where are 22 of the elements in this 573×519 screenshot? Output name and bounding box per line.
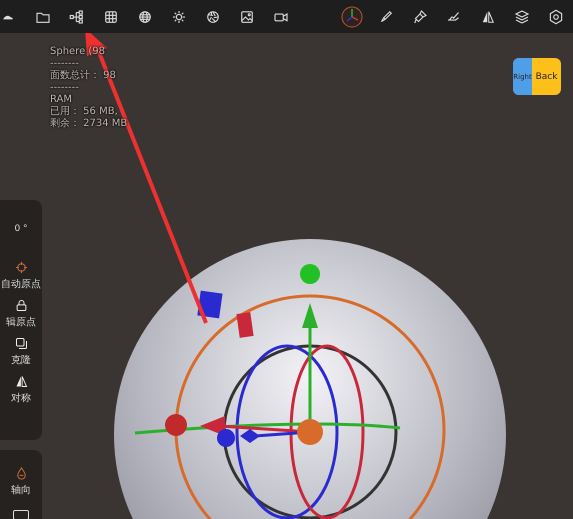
transform-gizmo-drawing[interactable] bbox=[134, 264, 446, 519]
tool-label: 对称 bbox=[11, 392, 31, 405]
tool-label: 辑原点 bbox=[6, 316, 36, 329]
stats-line: 已用： 56 MB, bbox=[50, 106, 119, 118]
tool-label: 轴向 bbox=[11, 484, 31, 497]
layers-icon[interactable] bbox=[513, 8, 531, 26]
clone-icon[interactable] bbox=[14, 336, 28, 351]
tool-label: 克隆 bbox=[11, 354, 31, 367]
hierarchy-icon[interactable] bbox=[68, 8, 86, 26]
tool-icon[interactable] bbox=[13, 510, 29, 519]
crosshair-icon[interactable] bbox=[14, 260, 28, 275]
stats-line: RAM bbox=[50, 94, 74, 106]
angle-value: 0 ° bbox=[14, 224, 28, 234]
cube-face-label: Back bbox=[534, 70, 558, 84]
tool-label: 自动原点 bbox=[1, 278, 41, 291]
stats-line: -------- bbox=[50, 82, 80, 94]
paint-brush-icon[interactable] bbox=[411, 8, 429, 26]
mirror-icon[interactable] bbox=[14, 374, 28, 389]
axis-gizmo-icon[interactable] bbox=[340, 4, 364, 28]
stats-line: -------- bbox=[50, 58, 80, 70]
settings-icon[interactable] bbox=[547, 8, 565, 26]
lock-icon[interactable] bbox=[14, 298, 28, 313]
